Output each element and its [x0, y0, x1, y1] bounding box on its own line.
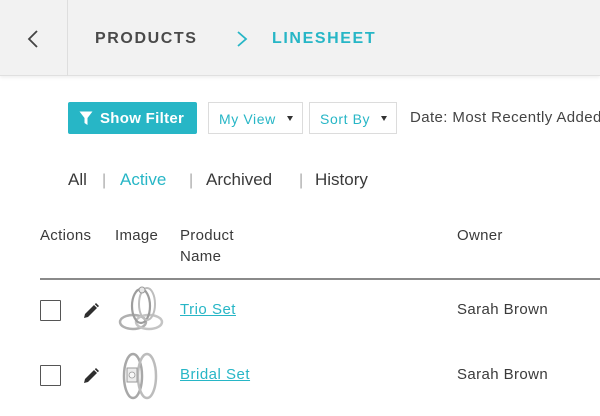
show-filter-button[interactable]: Show Filter: [68, 102, 197, 134]
date-sort-label: Date: Most Recently Added: [410, 109, 600, 126]
column-header-product-name[interactable]: Product Name: [180, 225, 260, 267]
row-checkbox[interactable]: [40, 300, 61, 321]
column-header-owner[interactable]: Owner: [457, 225, 503, 246]
product-owner: Sarah Brown: [457, 366, 549, 383]
ring-set-thumbnail: [122, 352, 158, 400]
my-view-dropdown[interactable]: My View: [208, 102, 303, 134]
pencil-icon[interactable]: [82, 367, 100, 385]
column-header-product-name-line1: Product: [180, 227, 234, 244]
tab-separator: |: [102, 172, 107, 189]
show-filter-label: Show Filter: [100, 110, 185, 127]
my-view-label: My View: [219, 111, 276, 127]
table-header-divider: [40, 278, 600, 280]
ring-set-thumbnail: [118, 286, 164, 331]
sort-by-dropdown[interactable]: Sort By: [309, 102, 397, 134]
tab-separator: |: [189, 172, 194, 189]
column-header-image: Image: [115, 227, 159, 244]
breadcrumb-current: LINESHEET: [272, 30, 377, 47]
chevron-right-icon: [237, 31, 248, 47]
product-owner: Sarah Brown: [457, 301, 549, 318]
tab-separator: |: [299, 172, 304, 189]
top-bar: PRODUCTS LINESHEET: [0, 0, 600, 76]
pencil-icon[interactable]: [82, 302, 100, 320]
chevron-left-icon: [27, 30, 38, 48]
product-name-link[interactable]: Trio Set: [180, 301, 236, 319]
row-checkbox[interactable]: [40, 365, 61, 386]
caret-down-icon: [287, 116, 293, 121]
caret-down-icon: [381, 116, 387, 121]
tab-archived[interactable]: Archived: [206, 170, 272, 190]
tab-active[interactable]: Active: [120, 170, 166, 190]
funnel-icon: [79, 111, 93, 125]
column-header-actions: Actions: [40, 227, 92, 244]
breadcrumb-products[interactable]: PRODUCTS: [95, 29, 198, 49]
tab-history[interactable]: History: [315, 170, 368, 190]
product-name-link[interactable]: Bridal Set: [180, 366, 250, 384]
column-header-product-name-line2: Name: [180, 248, 222, 265]
tab-all[interactable]: All: [68, 170, 87, 190]
back-button[interactable]: [0, 0, 68, 76]
sort-by-label: Sort By: [320, 111, 371, 127]
